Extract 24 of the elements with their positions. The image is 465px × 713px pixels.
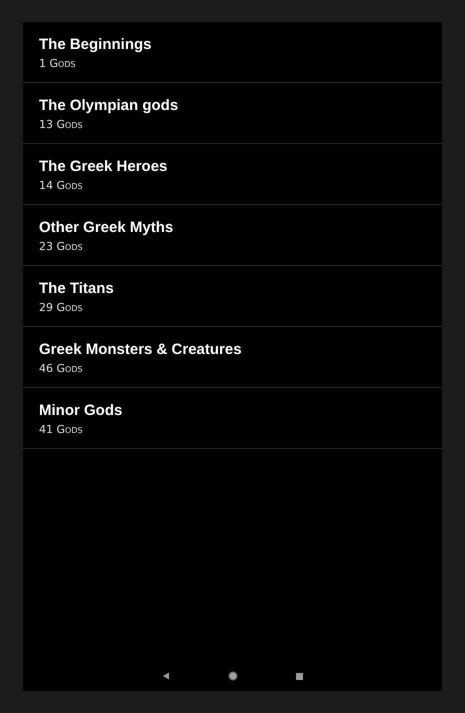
category-title: The Beginnings <box>39 34 152 54</box>
category-item[interactable]: Minor Gods 41 Gods <box>23 388 442 449</box>
category-item[interactable]: Greek Monsters & Creatures 46 Gods <box>23 327 442 388</box>
category-count: 14 Gods <box>39 178 83 192</box>
category-title: The Greek Heroes <box>39 156 168 176</box>
category-count: 23 Gods <box>39 240 83 252</box>
category-title: The Olympian gods <box>39 96 178 114</box>
category-count: 1 Gods <box>39 56 76 70</box>
category-item[interactable]: The Olympian gods 13 Gods <box>23 83 442 144</box>
category-count: 46 Gods <box>39 362 83 374</box>
back-icon[interactable] <box>162 672 170 680</box>
category-count: 13 Gods <box>39 118 83 130</box>
category-title: Other Greek Myths <box>39 218 174 236</box>
category-count: 29 Gods <box>39 300 83 314</box>
category-item[interactable]: The Greek Heroes 14 Gods <box>23 144 442 205</box>
category-count: 41 Gods <box>39 422 83 436</box>
category-item[interactable]: Other Greek Myths 23 Gods <box>23 205 442 266</box>
category-title: Greek Monsters & Creatures <box>39 340 242 358</box>
category-title: The Titans <box>39 278 114 298</box>
recents-icon[interactable] <box>296 672 303 680</box>
category-title: Minor Gods <box>39 400 122 420</box>
home-icon[interactable] <box>228 671 238 681</box>
category-item[interactable]: The Beginnings 1 Gods <box>23 22 442 83</box>
category-item[interactable]: The Titans 29 Gods <box>23 266 442 327</box>
